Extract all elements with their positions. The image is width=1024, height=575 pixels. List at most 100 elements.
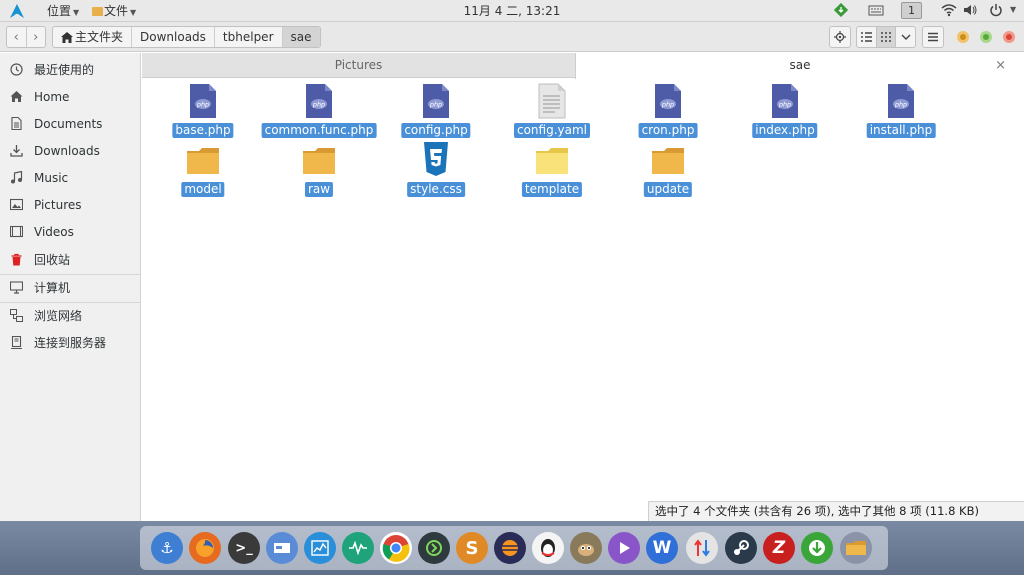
file-name: raw [304,182,334,197]
files-icon[interactable] [840,532,872,564]
tab-bar: Pictures sae × [142,53,1024,79]
back-button[interactable]: ‹ [7,27,26,47]
file-name: model [181,182,225,197]
gimp-icon[interactable] [570,532,602,564]
menu-button[interactable] [922,26,944,48]
download-manager-icon[interactable] [801,532,833,564]
file-name: cron.php [638,123,698,138]
sidebar-item-home[interactable]: Home [0,85,141,109]
tab-sae[interactable]: sae × [575,53,1024,79]
server-icon [11,336,22,349]
home-icon [61,31,73,43]
crosshair-icon [834,31,846,43]
sidebar-item-recent[interactable]: 最近使用的 [0,58,141,82]
steam-icon[interactable] [725,532,757,564]
sidebar-item-label: Pictures [34,198,82,212]
file-item[interactable]: model [148,142,258,200]
pulse-app-icon[interactable] [342,532,374,564]
forward-button[interactable]: › [25,27,46,47]
music-icon [11,171,23,184]
code-app-icon[interactable] [418,532,450,564]
sidebar-item-videos[interactable]: Videos [0,220,141,244]
svg-text:php: php [196,101,209,109]
sidebar-item-music[interactable]: Music [0,166,141,190]
sidebar-item-documents[interactable]: Documents [0,112,141,136]
php-file-icon: php [772,84,798,118]
file-item[interactable]: php common.func.php [261,83,377,141]
crumb-downloads[interactable]: Downloads [132,27,215,47]
close-button[interactable] [1003,31,1015,43]
php-file-icon: php [888,84,914,118]
file-item[interactable]: update [613,142,723,200]
crumb-label: 主文件夹 [75,30,124,44]
file-item[interactable]: php index.php [730,83,840,141]
eclipse-icon[interactable] [494,532,526,564]
file-name: base.php [172,123,234,138]
folder-icon [187,148,219,174]
crumb-tbhelper[interactable]: tbhelper [215,27,283,47]
sidebar-item-trash[interactable]: 回收站 [0,248,141,272]
media-player-icon[interactable] [608,532,640,564]
file-item[interactable]: raw [264,142,374,200]
sidebar-item-network[interactable]: 浏览网络 [0,304,141,328]
close-tab-icon[interactable]: × [995,53,1006,78]
hamburger-menu-icon [928,32,938,42]
file-name: common.func.php [261,123,377,138]
file-item[interactable]: style.css [381,142,491,200]
wps-icon[interactable]: W [646,532,678,564]
volume-icon[interactable] [963,3,977,17]
sidebar-item-connect-server[interactable]: 连接到服务器 [0,331,141,355]
sidebar-item-downloads[interactable]: Downloads [0,139,141,163]
folder-icon [536,148,568,174]
chrome-icon[interactable] [380,532,412,564]
grid-view-button[interactable] [875,27,897,47]
anchor-app-icon[interactable]: ⚓ [151,532,183,564]
php-file-icon: php [190,84,216,118]
window-app-icon[interactable] [266,532,298,564]
text-file-icon [538,83,566,119]
list-view-button[interactable] [857,27,876,47]
file-item[interactable]: php cron.php [613,83,723,141]
terminal-icon[interactable]: >_ [228,532,260,564]
crumb-home[interactable]: 主文件夹 [53,27,133,47]
sidebar-item-label: Downloads [34,144,100,158]
chevron-down-icon [901,34,911,40]
maximize-button[interactable] [980,31,992,43]
firefox-icon[interactable] [189,532,221,564]
sidebar-item-label: 计算机 [34,281,71,295]
update-tray-icon[interactable] [834,3,848,17]
workspace-indicator[interactable]: 1 [901,2,922,19]
pictures-icon [10,198,23,211]
wifi-icon[interactable] [941,3,957,17]
sidebar-item-label: Videos [34,225,74,239]
sidebar-item-label: 回收站 [34,253,71,267]
trash-icon [11,253,22,266]
sidebar-item-pictures[interactable]: Pictures [0,193,141,217]
transfer-icon[interactable] [686,532,718,564]
crumb-sae[interactable]: sae [282,27,320,47]
tab-pictures[interactable]: Pictures [142,53,575,78]
header-bar: ‹ › 主文件夹 Downloads tbhelper sae [0,22,1024,52]
file-item[interactable]: template [497,142,607,200]
file-name: config.php [401,123,471,138]
qq-icon[interactable] [532,532,564,564]
minimize-button[interactable] [957,31,969,43]
file-item[interactable]: php install.php [846,83,956,141]
network-icon [10,309,23,322]
view-options-button[interactable] [896,27,915,47]
file-item[interactable]: config.yaml [497,83,607,141]
power-icon[interactable] [989,3,1003,17]
sublime-icon[interactable]: S [456,532,488,564]
chevron-down-icon[interactable]: ▼ [1010,5,1016,14]
folder-icon [303,148,335,174]
filezilla-icon[interactable]: Z [763,532,795,564]
file-item[interactable]: php config.php [381,83,491,141]
file-item[interactable]: php base.php [148,83,258,141]
sidebar-divider [0,302,141,303]
system-monitor-icon[interactable] [304,532,336,564]
sidebar-item-computer[interactable]: 计算机 [0,276,141,300]
location-button[interactable] [829,26,851,48]
keyboard-icon[interactable] [868,3,884,17]
php-file-icon: php [655,84,681,118]
file-name: install.php [866,123,936,138]
